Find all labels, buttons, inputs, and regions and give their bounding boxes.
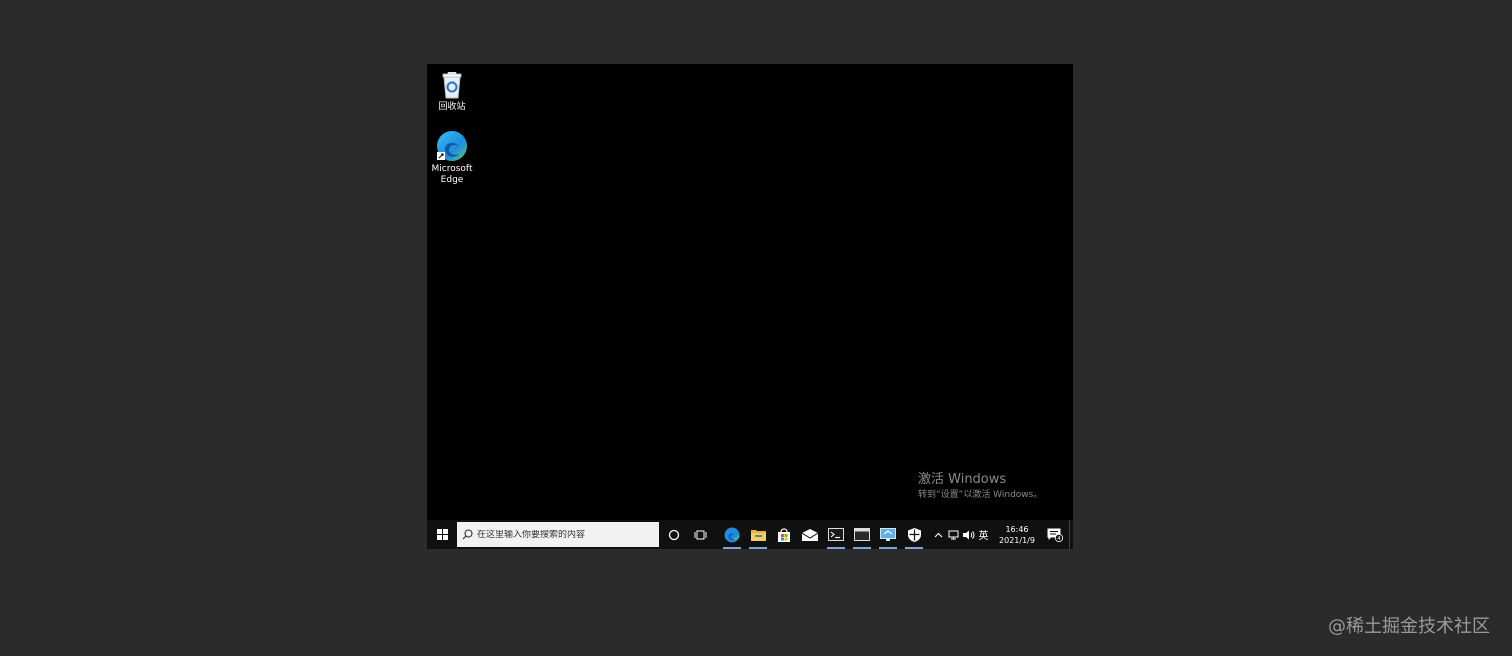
- taskbar-app-security[interactable]: [901, 520, 927, 549]
- cortana-button[interactable]: [661, 520, 687, 549]
- search-icon: [457, 529, 477, 540]
- taskbar-app-mail[interactable]: [797, 520, 823, 549]
- clock-time: 16:46: [1005, 524, 1029, 534]
- network-button[interactable]: [946, 520, 961, 549]
- desktop-icon-microsoft-edge[interactable]: Microsoft Edge: [427, 130, 477, 186]
- chevron-up-icon: [934, 532, 943, 537]
- file-explorer-icon: [750, 530, 766, 541]
- show-hidden-icons-button[interactable]: [931, 520, 946, 549]
- action-center-button[interactable]: 4: [1043, 520, 1067, 549]
- taskbar: 英 16:46 2021/1/9 4: [427, 520, 1073, 549]
- desktop-icon-label: Edge: [440, 175, 464, 185]
- taskbar-app-window[interactable]: [849, 520, 875, 549]
- clock-date: 2021/1/9: [999, 535, 1035, 545]
- taskbar-app-file-explorer[interactable]: [745, 520, 771, 549]
- search-input[interactable]: [477, 529, 652, 540]
- activate-subtitle: 转到“设置”以激活 Windows。: [918, 490, 1043, 500]
- window-app-icon: [854, 528, 870, 541]
- taskbar-app-store[interactable]: [771, 520, 797, 549]
- store-icon: [778, 527, 790, 542]
- desktop-icon-recycle-bin[interactable]: 回收站: [427, 68, 477, 113]
- activate-title: 激活 Windows: [918, 472, 1007, 487]
- edge-icon: [437, 131, 467, 161]
- desktop-screen: 回收站 Microsoft Edge 激活 Windows 转到“设置”以激活 …: [427, 64, 1073, 549]
- task-view-button[interactable]: [687, 520, 713, 549]
- clock-button[interactable]: 16:46 2021/1/9: [995, 524, 1039, 546]
- input-language-button[interactable]: 英: [976, 520, 991, 549]
- cortana-icon: [668, 529, 680, 540]
- taskbar-search-box[interactable]: [457, 522, 659, 547]
- system-tray: 英: [931, 520, 991, 549]
- security-icon: [907, 527, 921, 542]
- remote-desktop-icon: [880, 528, 896, 541]
- windows-logo-icon: [436, 529, 448, 540]
- notification-count: 4: [1057, 536, 1061, 542]
- volume-button[interactable]: [961, 520, 976, 549]
- speaker-icon: [962, 530, 974, 539]
- edge-icon: [724, 527, 740, 542]
- activate-windows-watermark: 激活 Windows 转到“设置”以激活 Windows。: [918, 471, 1042, 502]
- notification-icon: 4: [1047, 528, 1063, 542]
- mail-icon: [802, 528, 818, 541]
- start-button[interactable]: [427, 520, 457, 549]
- network-icon: [948, 530, 959, 539]
- task-view-icon: [694, 530, 706, 539]
- desktop-icon-label: Microsoft: [431, 164, 473, 174]
- terminal-icon: [828, 528, 844, 541]
- desktop-icon-label: 回收站: [438, 102, 466, 112]
- taskbar-app-remote-desktop[interactable]: [875, 520, 901, 549]
- recycle-bin-icon: [442, 72, 462, 99]
- site-watermark: @稀土掘金技术社区: [1328, 616, 1490, 637]
- taskbar-app-edge[interactable]: [719, 520, 745, 549]
- show-desktop-button[interactable]: [1069, 520, 1073, 549]
- taskbar-app-terminal[interactable]: [823, 520, 849, 549]
